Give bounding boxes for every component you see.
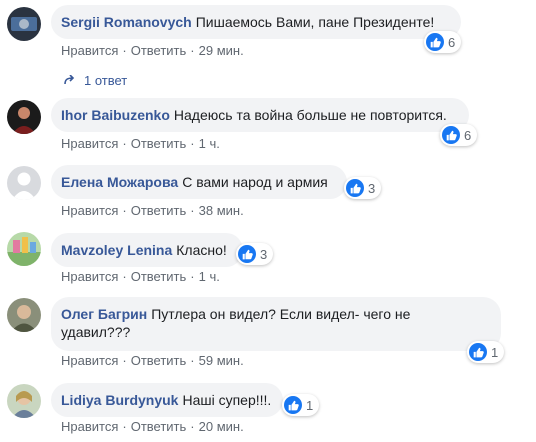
thumbs-up-icon [346, 179, 364, 197]
reaction-count[interactable]: 3 [344, 177, 382, 199]
timestamp[interactable]: 1 ч. [199, 136, 220, 151]
view-replies-link[interactable]: 1 ответ [64, 73, 127, 88]
replies-count: 1 ответ [84, 73, 128, 88]
separator: · [190, 43, 195, 58]
avatar[interactable] [7, 7, 41, 41]
author-name[interactable]: Sergii Romanovych [61, 14, 192, 30]
separator: · [122, 419, 127, 434]
like-button[interactable]: Нравится [61, 43, 118, 58]
thumbs-up-icon [442, 126, 460, 144]
comment-text: Пишаемось Вами, пане Президенте! [195, 14, 435, 30]
comment-text: Надеюсь та война больше не повторится. [173, 107, 447, 123]
like-button[interactable]: Нравится [61, 353, 118, 368]
author-name[interactable]: Mavzoley Lenina [61, 242, 172, 258]
reply-button[interactable]: Ответить [131, 203, 187, 218]
reply-button[interactable]: Ответить [131, 269, 187, 284]
timestamp[interactable]: 1 ч. [199, 269, 220, 284]
author-name[interactable]: Ihor Baibuzenko [61, 107, 170, 123]
reply-arrow-icon [64, 73, 78, 88]
comment-bubble: Sergii Romanovych Пишаемось Вами, пане Пр… [51, 5, 461, 39]
reaction-count[interactable]: 3 [236, 243, 274, 265]
separator: · [190, 353, 195, 368]
comment-bubble: Mavzoley Lenina Класно! [51, 233, 243, 267]
comment-bubble: Елена Можарова С вами народ и армия [51, 165, 347, 199]
timestamp[interactable]: 38 мин. [199, 203, 244, 218]
reaction-number: 6 [448, 34, 456, 50]
thumbs-up-icon [469, 343, 487, 361]
reply-button[interactable]: Ответить [131, 353, 187, 368]
like-button[interactable]: Нравится [61, 203, 118, 218]
avatar[interactable] [7, 166, 41, 200]
comment-actions: Нравится · Ответить · 1 ч. [61, 269, 220, 284]
comment-bubble: Ihor Baibuzenko Надеюсь та война больше н… [51, 98, 469, 132]
reaction-number: 3 [368, 180, 376, 196]
timestamp[interactable]: 29 мин. [199, 43, 244, 58]
avatar[interactable] [7, 100, 41, 134]
comment-actions: Нравится · Ответить · 38 мин. [61, 203, 244, 218]
like-button[interactable]: Нравится [61, 136, 118, 151]
separator: · [122, 269, 127, 284]
author-name[interactable]: Елена Можарова [61, 174, 178, 190]
timestamp[interactable]: 20 мин. [199, 419, 244, 434]
separator: · [190, 203, 195, 218]
comment-text: Класно! [176, 242, 227, 258]
separator: · [190, 269, 195, 284]
reaction-number: 6 [464, 127, 472, 143]
like-button[interactable]: Нравится [61, 269, 118, 284]
comment-text-line-1: Путлера он видел? Если видел- чего не [151, 306, 411, 322]
like-button[interactable]: Нравится [61, 419, 118, 434]
reaction-count[interactable]: 6 [424, 31, 462, 53]
comment-text: Наші супер!!!. [182, 392, 272, 408]
reply-button[interactable]: Ответить [131, 136, 187, 151]
thumbs-up-icon [426, 33, 444, 51]
reaction-count[interactable]: 1 [282, 394, 320, 416]
reaction-number: 1 [306, 397, 314, 413]
reaction-count[interactable]: 1 [467, 341, 505, 363]
separator: · [190, 419, 195, 434]
comment-actions: Нравится · Ответить · 20 мин. [61, 419, 244, 434]
separator: · [122, 43, 127, 58]
author-name[interactable]: Олег Багрин [61, 306, 147, 322]
comment-bubble: Lidiya Burdynyuk Наші супер!!!. [51, 383, 283, 417]
thumbs-up-icon [284, 396, 302, 414]
reaction-number: 1 [491, 344, 499, 360]
timestamp[interactable]: 59 мин. [199, 353, 244, 368]
comment-text-line-2: удавил??? [61, 324, 131, 340]
avatar[interactable] [7, 384, 41, 418]
avatar[interactable] [7, 298, 41, 332]
thumbs-up-icon [238, 245, 256, 263]
reply-button[interactable]: Ответить [131, 43, 187, 58]
comment-bubble: Олег Багрин Путлера он видел? Если видел-… [51, 297, 501, 351]
reaction-count[interactable]: 6 [440, 124, 478, 146]
author-name[interactable]: Lidiya Burdynyuk [61, 392, 178, 408]
comment-text: С вами народ и армия [182, 174, 328, 190]
separator: · [122, 136, 127, 151]
comment-actions: Нравится · Ответить · 59 мин. [61, 353, 244, 368]
comment-actions: Нравится · Ответить · 29 мин. [61, 43, 244, 58]
reaction-number: 3 [260, 246, 268, 262]
avatar[interactable] [7, 232, 41, 266]
comment-actions: Нравится · Ответить · 1 ч. [61, 136, 220, 151]
separator: · [122, 203, 127, 218]
separator: · [122, 353, 127, 368]
separator: · [190, 136, 195, 151]
reply-button[interactable]: Ответить [131, 419, 187, 434]
